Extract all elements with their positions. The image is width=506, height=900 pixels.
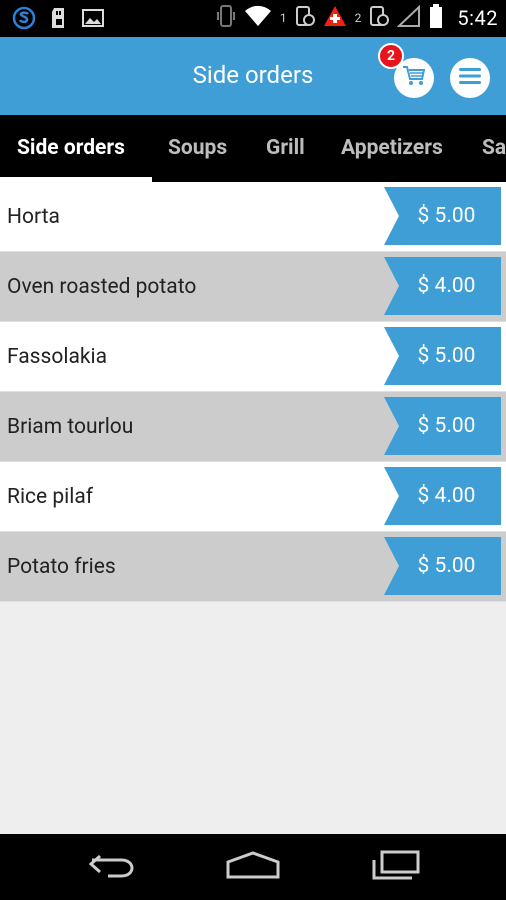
price-tag[interactable]: $ 5.00 <box>384 397 501 455</box>
sim2-label: 2 <box>354 11 362 25</box>
price-tag[interactable]: $ 5.00 <box>384 327 501 385</box>
cart-count-badge: 2 <box>378 43 404 69</box>
item-name: Fassolakia <box>7 345 108 369</box>
signal-icon <box>396 4 421 31</box>
status-bar: 1 2 5:42 <box>0 0 506 37</box>
list-item[interactable]: Potato fries $ 5.00 <box>0 532 506 602</box>
wifi-icon <box>244 5 272 31</box>
item-name: Potato fries <box>7 555 116 579</box>
system-nav-bar <box>0 834 506 900</box>
recent-apps-icon[interactable] <box>370 850 422 884</box>
app-s-icon <box>12 6 36 34</box>
sim1-label: 1 <box>279 11 287 25</box>
category-tabs: Side orders Soups Grill Appetizers Sa <box>0 115 506 182</box>
clock: 5:42 <box>457 6 498 30</box>
hamburger-icon <box>459 68 481 88</box>
list-item[interactable]: Oven roasted potato $ 4.00 <box>0 252 506 322</box>
sim2-signal-icon <box>369 5 390 31</box>
tab-salads[interactable]: Sa <box>482 115 506 182</box>
menu-button[interactable] <box>450 58 490 98</box>
item-name: Horta <box>7 205 60 229</box>
price-tag[interactable]: $ 5.00 <box>384 537 501 595</box>
list-item[interactable]: Fassolakia $ 5.00 <box>0 322 506 392</box>
tab-grill[interactable]: Grill <box>266 115 305 182</box>
tab-side-orders[interactable]: Side orders <box>17 115 125 182</box>
tab-appetizers[interactable]: Appetizers <box>341 115 443 182</box>
swiss-app-icon <box>323 5 347 31</box>
item-name: Briam tourlou <box>7 415 134 439</box>
sd-card-icon <box>50 7 68 33</box>
list-item[interactable]: Briam tourlou $ 5.00 <box>0 392 506 462</box>
list-item[interactable]: Horta $ 5.00 <box>0 182 506 252</box>
back-icon[interactable] <box>88 850 138 884</box>
home-icon[interactable] <box>225 850 281 884</box>
image-icon <box>82 8 104 32</box>
cart-icon <box>402 65 426 91</box>
price-tag[interactable]: $ 4.00 <box>384 467 501 525</box>
menu-list: Horta $ 5.00 Oven roasted potato $ 4.00 … <box>0 182 506 602</box>
battery-icon <box>429 4 443 32</box>
sim-signal-icon <box>295 5 315 31</box>
vibrate-icon <box>216 4 236 32</box>
price-tag[interactable]: $ 4.00 <box>384 257 501 315</box>
item-name: Oven roasted potato <box>7 275 197 299</box>
list-item[interactable]: Rice pilaf $ 4.00 <box>0 462 506 532</box>
price-tag[interactable]: $ 5.00 <box>384 187 501 245</box>
tab-soups[interactable]: Soups <box>168 115 227 182</box>
app-bar: Side orders 2 <box>0 37 506 115</box>
item-name: Rice pilaf <box>7 485 94 509</box>
